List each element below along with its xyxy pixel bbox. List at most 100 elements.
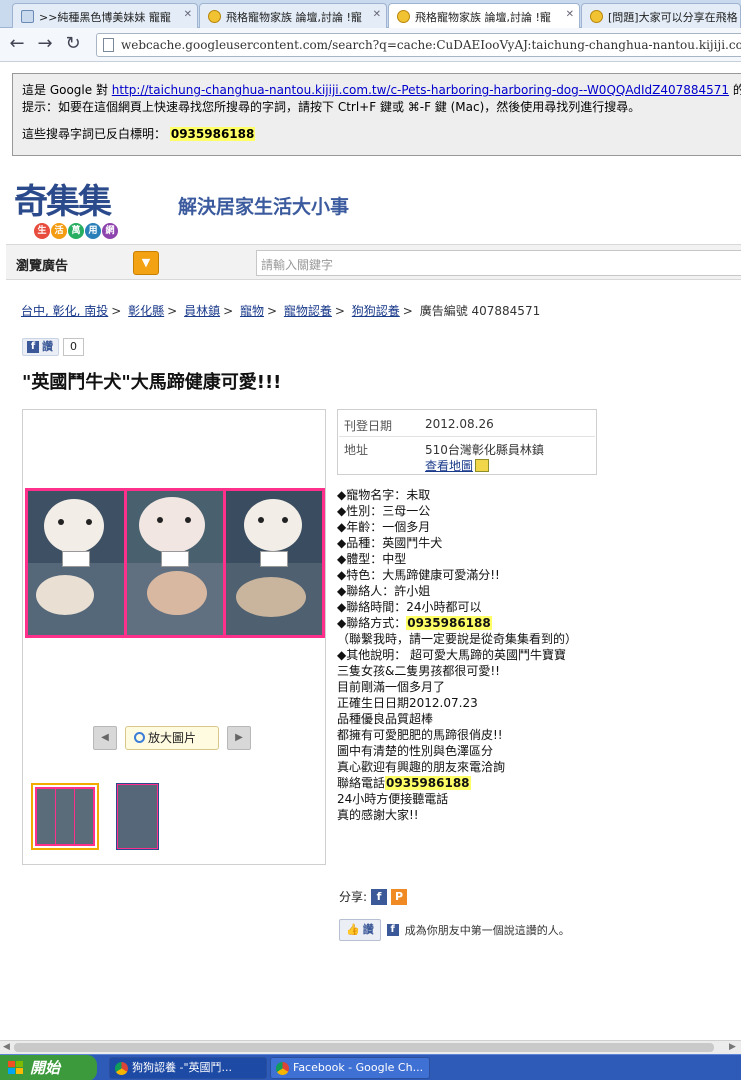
ad-title: "英國鬥牛犬"大馬蹄健康可愛!!! [22,372,282,393]
cache-source-link[interactable]: http://taichung-changhua-nantou.kijiji.c… [112,83,729,97]
ad-number: 廣告編號 407884571 [419,304,541,318]
taskbar-window[interactable]: 狗狗認養 -"英國鬥... [109,1057,267,1079]
search-input[interactable]: 請輸入關鍵字 [256,250,741,276]
desc-line: ◆年齡：一個多月 [337,520,431,534]
back-arrow-icon[interactable]: ← [6,34,28,56]
reload-icon[interactable]: ↻ [62,34,84,56]
posted-date-label: 刊登日期 [344,419,393,433]
category-bar: 瀏覽廣告 ▼ 請輸入關鍵字 [6,244,741,280]
desc-line: 目前剛滿一個多月了 [337,680,446,694]
fb-like-row: 👍 讚 f 成為你朋友中第一個說這讚的人。 [339,919,570,941]
cache-prefix: 這是 Google 對 [22,83,108,97]
browser-tab-active[interactable]: 飛格寵物家族 論壇,討論 !寵 ✕ [388,3,580,28]
horizontal-scrollbar[interactable]: ◀ ▶ [0,1040,741,1054]
browse-ads-label[interactable]: 瀏覽廣告 [16,255,68,274]
desc-line: 三隻女孩&二隻男孩都很可愛!! [337,664,500,678]
desc-line: ◆特色：大馬蹄健康可愛滿分!! [337,568,500,582]
start-label: 開始 [30,1059,61,1077]
map-icon[interactable] [475,459,490,472]
close-icon[interactable]: ✕ [373,9,381,20]
desc-line: 真的感謝大家!! [337,808,419,822]
logo-badges: 生 活 萬 用 網 [34,223,118,239]
desc-line: 正確生日日期2012.07.23 [337,696,478,710]
address-label: 地址 [344,443,369,457]
thumbs-up-icon: 👍 [346,923,360,936]
scroll-left-icon[interactable]: ◀ [3,1042,10,1052]
desc-line: ◆聯絡時間：24小時都可以 [337,600,482,614]
paw-icon [590,10,603,23]
magnifier-icon [134,732,145,743]
logo-badge: 用 [85,223,101,239]
breadcrumb-link[interactable]: 寵物 [240,304,264,318]
contact-label: ◆聯絡方式： [337,616,407,630]
main-photo[interactable] [25,488,325,638]
facebook-icon: f [386,924,399,936]
desc-line: 圖中有清楚的性別與色澤區分 [337,744,494,758]
tab-label: 飛格寵物家族 論壇,討論 !寵 [415,11,551,24]
desc-line: ◆品種：英國鬥牛犬 [337,536,443,550]
image-controls: ◀ 放大圖片 ▶ [93,726,251,750]
thumbnail[interactable] [116,783,159,850]
forward-arrow-icon[interactable]: → [34,34,56,56]
desc-line: 真心歡迎有興趣的朋友來電洽詢 [337,760,506,774]
desc-line: ◆性別：三母一公 [337,504,431,518]
desc-line: （聯繫我時，請一定要說是從奇集集看到的） [337,632,578,646]
scroll-right-icon[interactable]: ▶ [729,1042,736,1052]
taskbar-window[interactable]: Facebook - Google Ch... [270,1057,430,1079]
like-label: 讚 [42,340,53,353]
facebook-icon[interactable]: f [371,888,388,905]
close-icon[interactable]: ✕ [184,9,192,20]
site-logo[interactable]: 奇集集 生 活 萬 用 網 [14,183,129,241]
browser-tab[interactable]: >>純種黑色博美妹妹 寵寵 ✕ [12,3,198,28]
cache-hint: 提示：如要在這個網頁上快速尋找您所搜尋的字詞，請按下 Ctrl+F 鍵或 ⌘-F… [22,100,641,114]
prev-image-button[interactable]: ◀ [93,726,117,750]
fb-like-button[interactable]: 👍 讚 [339,919,381,941]
address-bar[interactable]: webcache.googleusercontent.com/search?q=… [96,33,741,57]
task-label: Facebook - Google Ch... [293,1061,424,1074]
breadcrumb-link[interactable]: 台中, 彰化, 南投 [21,304,108,318]
browser-toolbar: ← → ↻ webcache.googleusercontent.com/sea… [0,28,741,62]
breadcrumb-link[interactable]: 狗狗認養 [352,304,400,318]
scrollbar-thumb[interactable] [14,1043,714,1052]
thumbnail-selected[interactable] [31,783,99,850]
zoom-image-button[interactable]: 放大圖片 [125,726,219,750]
breadcrumb-link[interactable]: 彰化縣 [128,304,164,318]
browser-tab[interactable]: [問題]大家可以分享在飛格 [581,3,741,28]
browser-tab[interactable]: 飛格寵物家族 論壇,討論 !寵 ✕ [199,3,387,28]
contact-line: ◆聯絡方式：0935986188 [337,615,739,631]
start-button[interactable]: 開始 [0,1055,97,1080]
puppy-photo [226,491,322,635]
fb-like-button[interactable]: f 讚 [22,338,59,356]
desc-line: ◆其他說明： 超可愛大馬蹄的英國鬥牛寶寶 [337,648,567,662]
ad-description: ◆寵物名字：未取 ◆性別：三母一公 ◆年齡：一個多月 ◆品種：英國鬥牛犬 ◆體型… [337,487,739,823]
chrome-icon [276,1062,289,1075]
breadcrumb-link[interactable]: 寵物認養 [284,304,332,318]
cache-line-1: 這是 Google 對 http://taichung-changhua-nan… [22,82,741,99]
phone-label: 聯絡電話 [337,776,386,790]
site-slogan: 解決居家生活大小事 [178,196,350,218]
view-map-link[interactable]: 查看地圖 [425,459,473,473]
breadcrumb-link[interactable]: 員林鎮 [184,304,220,318]
next-image-button[interactable]: ▶ [227,726,251,750]
cache-notice: 這是 Google 對 http://taichung-changhua-nan… [12,73,741,156]
address-value: 510台灣彰化縣員林鎮 [425,443,544,457]
ad-info-box: 刊登日期 2012.08.26 地址 510台灣彰化縣員林鎮 查看地圖 [337,409,597,475]
plurk-icon[interactable]: P [391,888,408,905]
highlight-label: 這些搜尋字詞已反白標明： [22,127,167,141]
share-row: 分享: f P [339,888,408,905]
url-text: webcache.googleusercontent.com/search?q=… [121,38,741,52]
desc-line: ◆聯絡人：許小姐 [337,584,431,598]
posted-date-value: 2012.08.26 [425,417,494,431]
tab-label: >>純種黑色博美妹妹 寵寵 [39,11,171,24]
breadcrumb: 台中, 彰化, 南投 > 彰化縣 > 員林鎮 > 寵物 > 寵物認養 > 狗狗認養 > 廣告… [21,304,541,318]
page-icon [103,38,114,52]
logo-badge: 生 [34,223,50,239]
chevron-down-icon[interactable]: ▼ [133,251,159,275]
windows-logo-icon [8,1061,24,1075]
zoom-label: 放大圖片 [148,731,197,745]
paw-icon [397,10,410,23]
desc-line: 都擁有可愛肥肥的馬蹄很俏皮!! [337,728,503,742]
close-icon[interactable]: ✕ [566,9,574,20]
cache-suffix: 的快取 [733,83,741,97]
task-label: 狗狗認養 -"英國鬥... [132,1061,233,1074]
